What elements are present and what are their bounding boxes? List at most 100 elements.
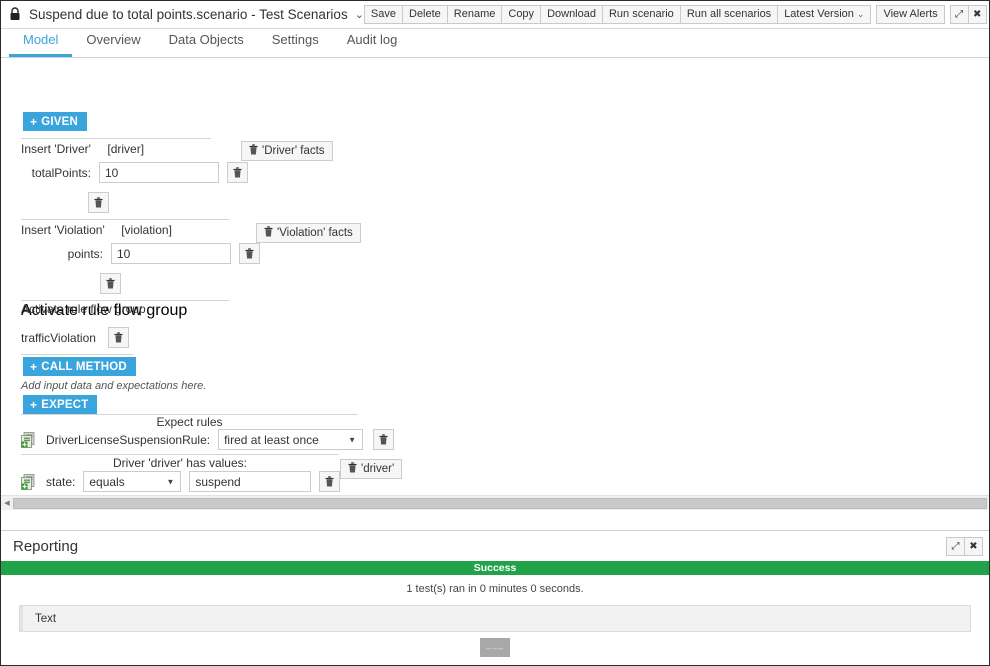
status-badge: Success (1, 561, 989, 575)
add-given-button[interactable]: + GIVEN (23, 112, 88, 131)
driver-facts-button[interactable]: 'Driver' facts (241, 141, 333, 161)
trash-icon (249, 144, 258, 158)
total-points-input[interactable] (99, 162, 219, 183)
ruleflow-value-row: trafficViolation (21, 327, 129, 348)
plus-icon: + (30, 397, 38, 412)
panel-resize-handle[interactable]: ––– (480, 638, 510, 657)
driver-facts-label: 'Driver' facts (262, 145, 325, 157)
page-title: Suspend due to total points.scenario - T… (29, 7, 348, 22)
view-alerts-button[interactable]: View Alerts (876, 5, 945, 24)
rule-condition-select[interactable]: fired at least once ▼ (218, 429, 364, 450)
reporting-title: Reporting (13, 537, 79, 555)
given-label: GIVEN (41, 115, 79, 128)
scrollbar-thumb[interactable] (13, 497, 987, 509)
state-operator-select[interactable]: equals ▼ (83, 471, 182, 492)
rule-icon (21, 473, 36, 490)
violation-field-row: points: (31, 243, 260, 264)
driver-insert-row: Insert 'Driver' [driver] (21, 140, 144, 158)
driver-binding-label: [driver] (107, 142, 145, 156)
close-icon[interactable]: ✖ (967, 5, 987, 24)
titlebar-actions: Save Delete Rename Copy Download Run sce… (363, 5, 987, 24)
violation-binding-label: [violation] (121, 223, 172, 237)
application-window: Suspend due to total points.scenario - T… (0, 0, 990, 666)
rule-icon (21, 431, 36, 448)
lock-icon (9, 6, 21, 21)
state-value-input[interactable] (189, 471, 312, 492)
chevron-down-icon: ▼ (348, 435, 357, 444)
delete-expect-rule-button[interactable] (373, 429, 395, 450)
chevron-down-icon: ▼ (166, 477, 175, 486)
download-button[interactable]: Download (540, 5, 603, 24)
reporting-close-icon[interactable]: ✖ (964, 536, 983, 556)
results-table: Text (19, 605, 971, 632)
reporting-maximize-icon[interactable]: ⤢ (946, 536, 965, 556)
driver-expectation-fact-label: 'driver' (361, 463, 395, 475)
trash-icon (264, 226, 273, 240)
reporting-panel: Reporting ⤢ ✖ Success 1 test(s) ran in 0… (1, 530, 989, 665)
expect-value-row: state: equals ▼ (21, 471, 341, 492)
expect-rules-caption: Expect rules (156, 415, 223, 429)
call-method-label: CALL METHOD (41, 360, 127, 373)
add-expect-button[interactable]: + EXPECT (23, 395, 98, 414)
violation-facts-label: 'Violation' facts (277, 227, 353, 239)
scroll-left-icon[interactable]: ◀ (1, 499, 13, 507)
ruleflow-title-label: Activate rule flow group (21, 302, 146, 316)
expect-rule-row: DriverLicenseSuspensionRule: fired at le… (21, 429, 395, 450)
points-label: points: (67, 246, 103, 261)
version-dropdown-button[interactable]: Latest Version ⌄ (777, 5, 872, 24)
tab-audit-log[interactable]: Audit log (333, 32, 412, 57)
tab-overview[interactable]: Overview (72, 32, 154, 57)
reporting-header: Reporting ⤢ ✖ (1, 531, 989, 561)
tab-settings[interactable]: Settings (258, 32, 333, 57)
ruleflow-divider (21, 300, 229, 301)
title-dropdown-caret[interactable]: ⌄ (355, 8, 364, 21)
editor-hint-text: Add input data and expectations here. (21, 380, 207, 392)
state-field-label: state: (46, 474, 76, 489)
callmethod-divider (21, 354, 133, 355)
violation-block-divider (21, 219, 229, 220)
state-operator-value: equals (89, 474, 125, 489)
horizontal-scrollbar[interactable]: ◀ (1, 495, 989, 510)
delete-points-button[interactable] (239, 243, 260, 264)
rule-condition-value: fired at least once (224, 432, 319, 447)
copy-button[interactable]: Copy (501, 5, 542, 24)
model-editor-pane: + GIVEN Insert 'Driver' [driver] 'Driver'… (1, 58, 989, 510)
chevron-down-icon: ⌄ (856, 9, 865, 19)
tab-bar: Model Overview Data Objects Settings Aud… (1, 29, 989, 58)
violation-insert-label: Insert 'Violation' (21, 223, 105, 237)
trash-icon (348, 462, 357, 476)
violation-facts-button[interactable]: 'Violation' facts (256, 223, 361, 243)
title-bar: Suspend due to total points.scenario - T… (1, 1, 989, 29)
tab-data-objects[interactable]: Data Objects (155, 32, 258, 57)
delete-state-expectation-button[interactable] (319, 471, 341, 492)
version-label: Latest Version (784, 8, 854, 20)
violation-insert-row: Insert 'Violation' [violation] (21, 221, 172, 239)
total-points-label: totalPoints: (31, 165, 91, 180)
driver-field-row: totalPoints: (31, 162, 248, 183)
run-all-scenarios-button[interactable]: Run all scenarios (679, 5, 779, 24)
plus-icon: + (30, 359, 38, 374)
delete-violation-fact-button[interactable] (100, 273, 121, 294)
expect-label: EXPECT (41, 398, 89, 411)
save-button[interactable]: Save (363, 5, 403, 24)
maximize-icon[interactable]: ⤢ (949, 5, 969, 24)
expect-values-caption: Driver 'driver' has values: (113, 456, 247, 470)
expect-values-divider (21, 454, 339, 455)
driver-insert-label: Insert 'Driver' (21, 142, 91, 156)
results-table-header-text: Text (20, 606, 970, 632)
run-scenario-button[interactable]: Run scenario (601, 5, 681, 24)
plus-icon: + (30, 114, 38, 129)
test-run-summary: 1 test(s) ran in 0 minutes 0 seconds. (406, 583, 584, 595)
expect-rule-name: DriverLicenseSuspensionRule: (46, 432, 211, 447)
tab-model[interactable]: Model (9, 32, 73, 57)
delete-total-points-button[interactable] (227, 162, 248, 183)
delete-button[interactable]: Delete (402, 5, 448, 24)
delete-driver-fact-button[interactable] (88, 192, 109, 213)
points-input[interactable] (111, 243, 231, 264)
rename-button[interactable]: Rename (446, 5, 503, 24)
driver-block-divider (21, 138, 211, 139)
ruleflow-value-label: trafficViolation (21, 330, 96, 345)
driver-expectation-fact-button[interactable]: 'driver' (340, 459, 403, 479)
delete-ruleflow-button[interactable] (107, 327, 129, 348)
add-call-method-button[interactable]: + CALL METHOD (23, 357, 136, 376)
